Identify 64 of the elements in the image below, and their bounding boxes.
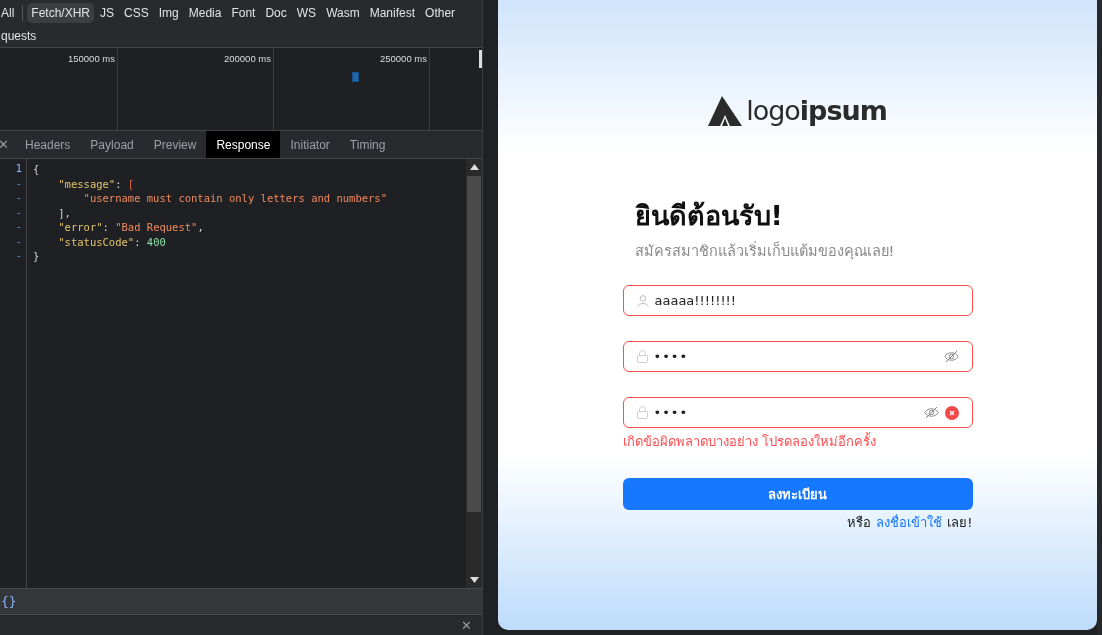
line-number: 1 <box>14 162 23 177</box>
lock-icon <box>636 406 648 419</box>
code-line: ], <box>57 205 72 220</box>
scroll-up-icon[interactable] <box>469 164 479 170</box>
close-button[interactable]: ✕ <box>461 617 472 633</box>
line-number: - <box>14 249 23 264</box>
timeline-tick: 150000 ms <box>68 53 115 64</box>
request-bar-icon <box>352 72 359 82</box>
filter-button[interactable]: WS <box>292 2 321 23</box>
scroll-down-icon[interactable] <box>469 577 479 583</box>
field-value: aaaaa!!!!!!!! <box>654 293 737 308</box>
filter-button[interactable]: Img <box>154 2 183 23</box>
line-number: - <box>14 191 23 206</box>
panel-tab[interactable]: Headers <box>15 131 81 158</box>
line-number: - <box>14 205 23 220</box>
scrollbar-thumb[interactable] <box>467 176 481 512</box>
line-number: - <box>14 234 23 249</box>
code-line: "statusCode": 400 <box>57 234 167 249</box>
welcome-title: ยินดีต้อนรับ! <box>634 199 784 233</box>
code-line: "error": "Bad Request", <box>57 220 205 235</box>
input-field[interactable]: •••• <box>622 397 973 428</box>
requests-label: quests <box>1 29 37 43</box>
password-dots: •••• <box>653 349 689 364</box>
login-link[interactable]: ลงชื่อเข้าใช้ <box>876 512 943 533</box>
logo-icon <box>708 95 743 126</box>
panel-tab[interactable]: Timing <box>339 131 396 158</box>
filter-button[interactable]: Manifest <box>365 2 420 23</box>
close-button[interactable]: ✕ <box>0 131 15 158</box>
line-number: - <box>14 176 23 191</box>
footer-text: เลย! <box>947 514 973 532</box>
line-number: - <box>14 220 23 235</box>
filter-button[interactable]: Other <box>421 2 460 23</box>
footer-text: หรือ <box>847 514 872 532</box>
filter-button[interactable]: All <box>0 2 19 23</box>
pretty-print-button[interactable]: {} <box>1 594 17 609</box>
filter-button[interactable]: Fetch/XHR <box>27 2 95 23</box>
panel-tab[interactable]: Response <box>206 131 281 158</box>
user-icon <box>636 294 649 307</box>
password-dots: •••• <box>653 405 689 420</box>
panel-tab[interactable]: Preview <box>143 131 207 158</box>
panel-tab[interactable]: Payload <box>80 131 144 158</box>
filter-button[interactable]: JS <box>96 2 119 23</box>
code-line: } <box>33 249 41 264</box>
eye-slash-icon[interactable] <box>923 406 939 419</box>
code-line: "username must contain only letters and numbers" <box>82 191 388 206</box>
subtitle: สมัครสมาชิกแล้วเริ่มเก็บแต้มของคุณเลย! <box>634 240 896 262</box>
clear-icon[interactable] <box>944 405 959 420</box>
filter-button[interactable]: CSS <box>120 2 153 23</box>
input-field[interactable]: aaaaa!!!!!!!! <box>622 285 973 316</box>
timeline-tick: 200000 ms <box>224 53 271 64</box>
filter-button[interactable]: Media <box>184 2 226 23</box>
filter-button[interactable]: Doc <box>261 2 291 23</box>
input-field[interactable]: •••• <box>622 341 973 372</box>
code-line: "message": [ <box>57 176 136 191</box>
filter-button[interactable]: Wasm <box>322 2 364 23</box>
lock-icon <box>636 350 648 363</box>
filter-button[interactable]: Font <box>227 2 260 23</box>
logo-text: logoipsum <box>746 95 887 126</box>
panel-tab[interactable]: Initiator <box>280 131 340 158</box>
error-message: เกิดข้อผิดพลาดบางอย่าง โปรดลองใหม่อีกครั้ง <box>622 431 877 451</box>
timeline-tick: 250000 ms <box>380 53 427 64</box>
register-button[interactable]: ลงทะเบียน <box>622 478 973 510</box>
eye-slash-icon[interactable] <box>943 350 959 363</box>
code-line: { <box>33 162 41 177</box>
